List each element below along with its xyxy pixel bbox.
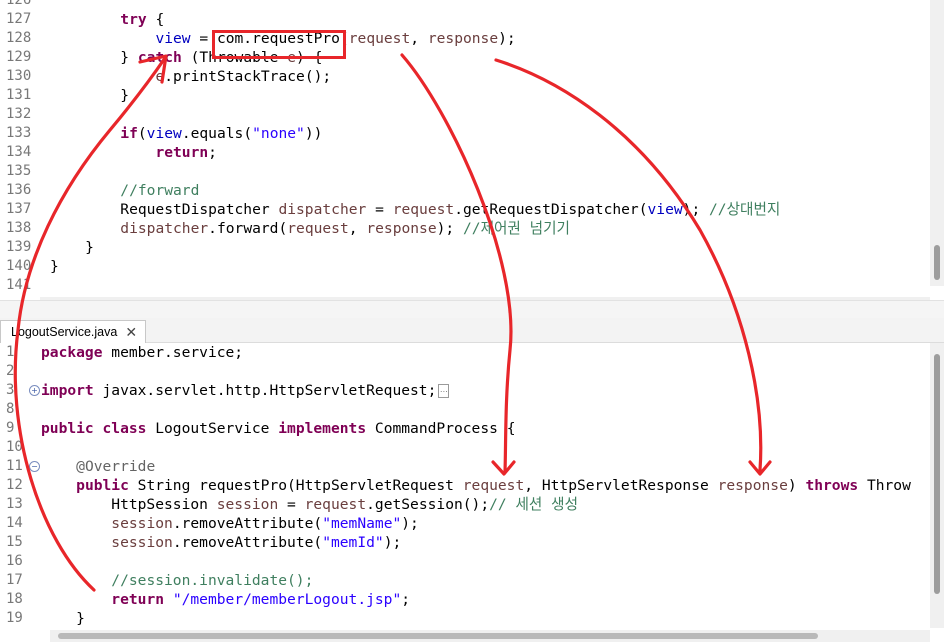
line-number: 132 — [6, 106, 32, 122]
line-number: 9 — [6, 420, 15, 436]
code-text: return "/member/memberLogout.jsp"; — [111, 591, 411, 608]
code-text: } — [50, 239, 94, 256]
line-number: 136 — [6, 182, 32, 198]
line-number: 134 — [6, 144, 32, 160]
collapse-fold-icon[interactable]: − — [29, 461, 40, 472]
line-number: 133 — [6, 125, 32, 141]
line-number: 19 — [6, 610, 23, 626]
tab-logoutservice[interactable]: LogoutService.java ✕ — [0, 320, 147, 343]
code-text: public String requestPro(HttpServletRequ… — [76, 477, 911, 494]
scrollbar-thumb[interactable] — [58, 633, 818, 639]
line-number: 15 — [6, 534, 23, 550]
top-editor-pane[interactable]: 126 127 try {128 view = com.requestPro(re… — [0, 0, 944, 300]
code-text: } — [50, 87, 130, 104]
line-number: 17 — [6, 572, 23, 588]
code-text: @Override — [76, 458, 156, 475]
line-number: 1 — [6, 344, 15, 360]
code-text: package member.service; — [41, 344, 244, 361]
line-number: 128 — [6, 30, 32, 46]
line-number: 138 — [6, 220, 32, 236]
code-text: try { — [120, 11, 165, 28]
highlight-box — [212, 30, 346, 59]
code-text: if(view.equals("none")) — [120, 125, 323, 142]
code-text: dispatcher.forward(request, response); /… — [120, 220, 570, 237]
expand-fold-icon[interactable]: + — [29, 385, 40, 396]
line-number: 8 — [6, 401, 15, 417]
code-text: //forward — [120, 182, 200, 199]
scrollbar-thumb[interactable] — [934, 245, 940, 280]
line-number: 13 — [6, 496, 23, 512]
line-number: 130 — [6, 68, 32, 84]
code-text: RequestDispatcher dispatcher = request.g… — [50, 201, 781, 218]
code-text: } — [41, 610, 85, 627]
code-text: import javax.servlet.http.HttpServletReq… — [41, 382, 450, 399]
line-number: 131 — [6, 87, 32, 103]
line-number: 141 — [6, 277, 32, 293]
line-number: 16 — [6, 553, 23, 569]
editor-tab-bar: LogoutService.java ✕ — [0, 318, 944, 343]
line-number: 18 — [6, 591, 23, 607]
line-number: 12 — [6, 477, 23, 493]
code-text: session.removeAttribute("memId"); — [111, 534, 402, 551]
line-number: 126 — [6, 0, 32, 8]
code-text: //session.invalidate(); — [111, 572, 314, 589]
horizontal-scrollbar[interactable] — [50, 630, 930, 642]
code-text: public class LogoutService implements Co… — [41, 420, 516, 437]
code-text: } — [50, 258, 59, 275]
vertical-scrollbar[interactable] — [930, 0, 944, 286]
folded-imports-icon[interactable]: … — [438, 384, 450, 398]
code-text: return; — [155, 144, 217, 161]
line-number: 137 — [6, 201, 32, 217]
line-number: 135 — [6, 163, 32, 179]
line-number: 140 — [6, 258, 32, 274]
code-text: HttpSession session = request.getSession… — [41, 496, 578, 513]
line-number: 14 — [6, 515, 23, 531]
scrollbar-thumb[interactable] — [934, 354, 940, 594]
line-number: 2 — [6, 363, 15, 379]
pane-splitter[interactable] — [0, 300, 944, 319]
line-number: 10 — [6, 439, 23, 455]
bottom-editor-pane[interactable]: 1 package member.service; 2 3 + import javax.… — [0, 318, 944, 642]
close-icon[interactable]: ✕ — [125, 325, 137, 339]
line-number: 129 — [6, 49, 32, 65]
code-text: e.printStackTrace(); — [155, 68, 332, 85]
vertical-scrollbar[interactable] — [930, 342, 944, 628]
code-text: session.removeAttribute("memName"); — [111, 515, 419, 532]
tab-label: LogoutService.java — [11, 325, 118, 339]
line-number: 139 — [6, 239, 32, 255]
line-number: 127 — [6, 11, 32, 27]
